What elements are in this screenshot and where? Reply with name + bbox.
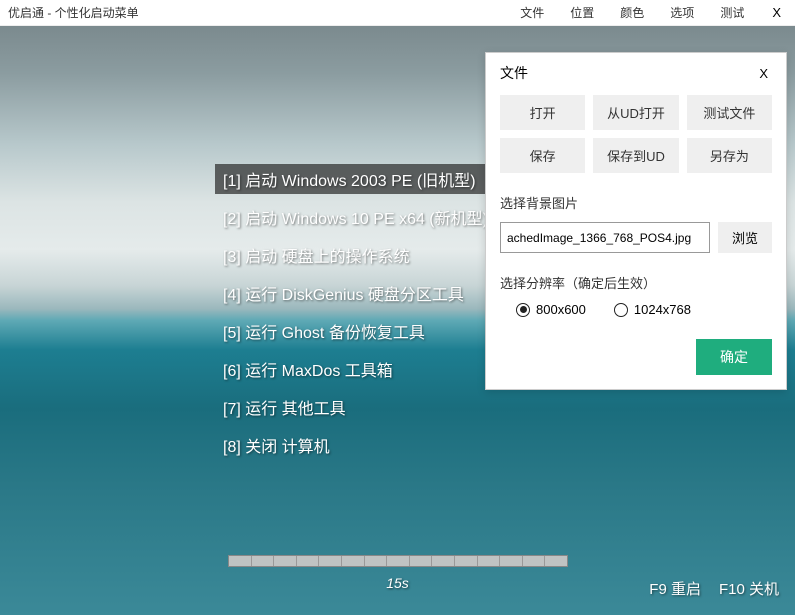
boot-item-1[interactable]: [1] 启动 Windows 2003 PE (旧机型) [215, 164, 496, 194]
footer-hotkeys: F9 重启 F10 关机 [649, 578, 779, 599]
test-file-button[interactable]: 测试文件 [687, 95, 772, 130]
bg-image-input[interactable] [500, 222, 710, 253]
menu-bar: 文件 位置 颜色 选项 测试 [516, 2, 748, 23]
save-button[interactable]: 保存 [500, 138, 585, 173]
boot-item-2[interactable]: [2] 启动 Windows 10 PE x64 (新机型) [215, 202, 496, 232]
app-title: 优启通 - 个性化启动菜单 [8, 4, 516, 21]
resolution-800x600[interactable]: 800x600 [516, 302, 586, 317]
boot-item-3[interactable]: [3] 启动 硬盘上的操作系统 [215, 240, 496, 270]
preview-area: [1] 启动 Windows 2003 PE (旧机型) [2] 启动 Wind… [0, 26, 795, 615]
menu-color[interactable]: 颜色 [616, 2, 648, 23]
save-as-button[interactable]: 另存为 [687, 138, 772, 173]
boot-item-6[interactable]: [6] 运行 MaxDos 工具箱 [215, 354, 496, 384]
radio-label: 1024x768 [634, 302, 691, 317]
file-dialog: 文件 X 打开 从UD打开 测试文件 保存 保存到UD 另存为 选择背景图片 浏… [485, 52, 787, 390]
hotkey-shutdown: F10 关机 [719, 578, 779, 599]
dialog-title: 文件 [500, 63, 755, 83]
boot-item-5[interactable]: [5] 运行 Ghost 备份恢复工具 [215, 316, 496, 346]
boot-menu: [1] 启动 Windows 2003 PE (旧机型) [2] 启动 Wind… [215, 164, 496, 460]
save-to-ud-button[interactable]: 保存到UD [593, 138, 678, 173]
boot-item-7[interactable]: [7] 运行 其他工具 [215, 392, 496, 422]
radio-icon [516, 303, 530, 317]
app-close-button[interactable]: X [766, 5, 787, 20]
radio-icon [614, 303, 628, 317]
countdown-text: 15s [386, 575, 409, 591]
dialog-close-button[interactable]: X [755, 66, 772, 81]
menu-file[interactable]: 文件 [516, 2, 548, 23]
boot-item-4[interactable]: [4] 运行 DiskGenius 硬盘分区工具 [215, 278, 496, 308]
confirm-button[interactable]: 确定 [696, 339, 772, 375]
menu-test[interactable]: 测试 [716, 2, 748, 23]
bg-image-label: 选择背景图片 [500, 193, 772, 212]
resolution-label: 选择分辨率（确定后生效） [500, 273, 772, 292]
resolution-1024x768[interactable]: 1024x768 [614, 302, 691, 317]
countdown-progress [228, 555, 568, 567]
open-from-ud-button[interactable]: 从UD打开 [593, 95, 678, 130]
menu-position[interactable]: 位置 [566, 2, 598, 23]
open-button[interactable]: 打开 [500, 95, 585, 130]
menu-options[interactable]: 选项 [666, 2, 698, 23]
boot-item-8[interactable]: [8] 关闭 计算机 [215, 430, 496, 460]
browse-button[interactable]: 浏览 [718, 222, 772, 253]
radio-label: 800x600 [536, 302, 586, 317]
hotkey-reboot: F9 重启 [649, 578, 701, 599]
